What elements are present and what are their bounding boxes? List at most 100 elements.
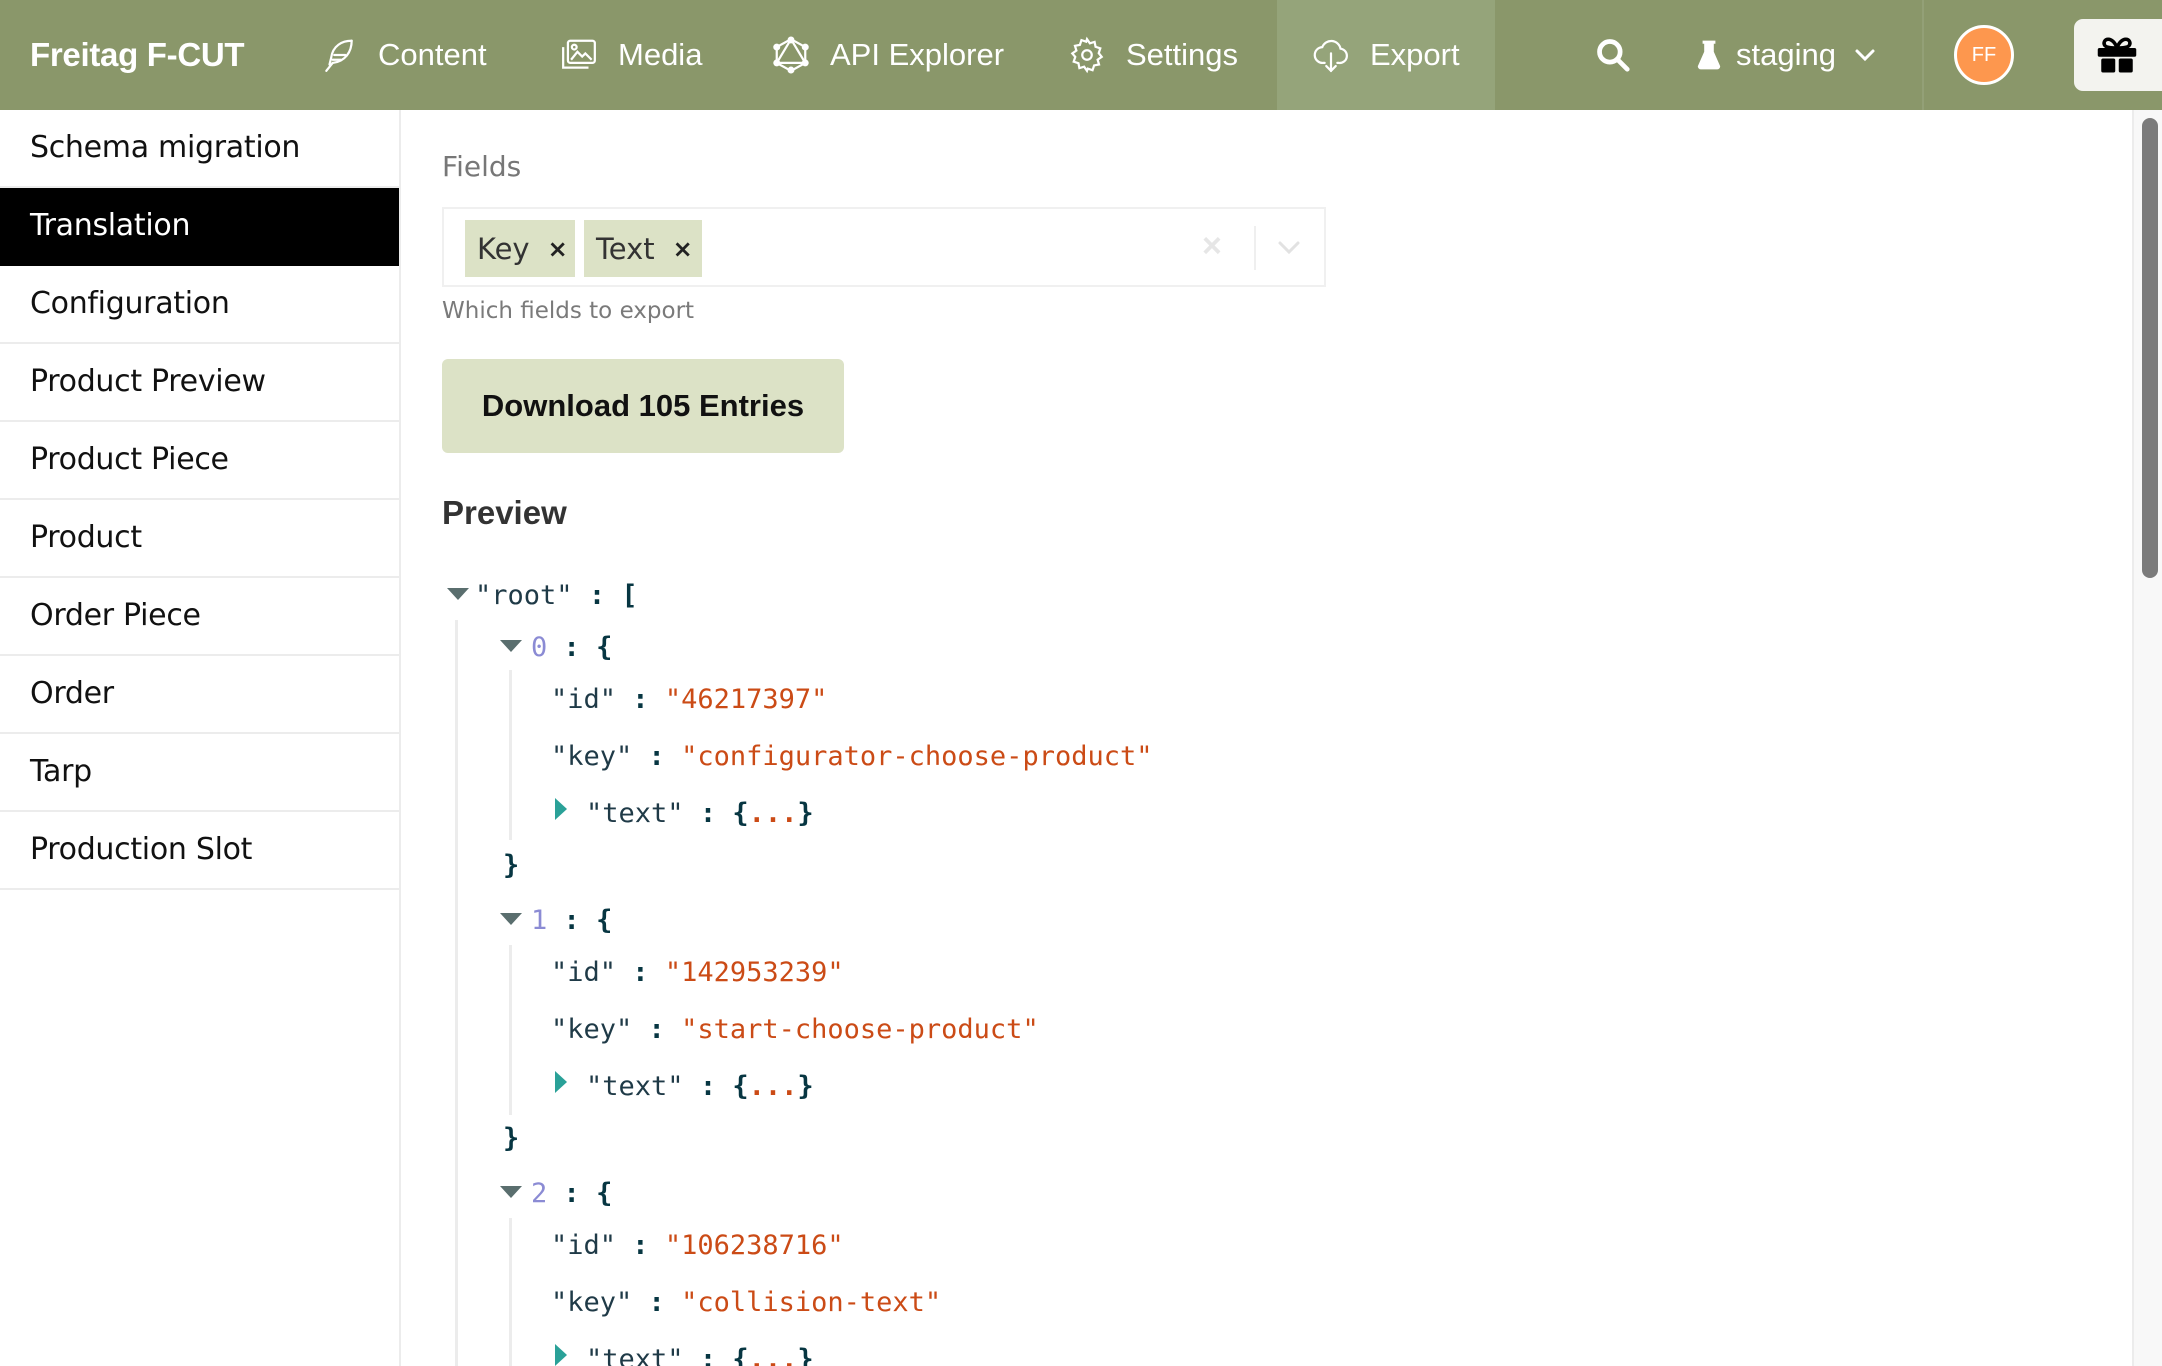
- nav-export[interactable]: Export: [1277, 0, 1495, 110]
- entry-close: }: [503, 1123, 519, 1154]
- colon: :: [632, 957, 649, 988]
- gear-icon: [1070, 36, 1104, 74]
- remove-chip-icon[interactable]: ×: [655, 235, 705, 263]
- chip-label: Key: [477, 231, 530, 266]
- expand-text-icon[interactable]: [555, 1071, 567, 1093]
- object-open: {: [732, 1344, 749, 1366]
- colon: :: [699, 1344, 717, 1366]
- nav-settings[interactable]: Settings: [1068, 0, 1238, 110]
- key-value: "configurator-choose-product": [681, 741, 1153, 772]
- expand-text-icon[interactable]: [555, 1344, 567, 1366]
- entry-header: 2 : {: [531, 1178, 612, 1209]
- sidebar-item-order[interactable]: Order: [0, 656, 399, 734]
- id-key: "id": [551, 1230, 617, 1261]
- colon: :: [699, 798, 717, 829]
- sidebar-item-configuration[interactable]: Configuration: [0, 266, 399, 344]
- tree-root-line: "root" : [: [475, 580, 638, 611]
- collapsed-ellipsis[interactable]: ...: [749, 1071, 798, 1102]
- search-icon[interactable]: [1594, 36, 1632, 74]
- graphql-icon: [773, 36, 809, 74]
- sidebar-item-translation[interactable]: Translation: [0, 188, 399, 266]
- nav-api-explorer-label: API Explorer: [830, 37, 1005, 72]
- key-key: "key": [551, 1014, 633, 1045]
- entry-index: 2: [531, 1178, 548, 1209]
- entry-text-line: "text" : {...}: [586, 1344, 814, 1366]
- colon: :: [632, 1230, 649, 1261]
- entry-index: 0: [531, 632, 548, 663]
- object-close: }: [797, 1071, 814, 1102]
- images-icon: [562, 39, 596, 69]
- select-separator: [1254, 226, 1256, 270]
- entry-text-line: "text" : {...}: [586, 798, 814, 829]
- cloud-download-icon: [1313, 39, 1348, 73]
- text-key: "text": [586, 1344, 684, 1366]
- key-value: "collision-text": [681, 1287, 942, 1318]
- download-entries-button[interactable]: Download 105 Entries: [442, 359, 844, 453]
- collapse-entry-icon[interactable]: [500, 640, 522, 652]
- colon: :: [563, 632, 580, 663]
- chevron-down-icon: [1855, 49, 1875, 62]
- chevron-down-icon[interactable]: [1274, 235, 1304, 259]
- environment-select[interactable]: staging: [1696, 0, 1876, 110]
- colon: :: [648, 741, 665, 772]
- fields-multiselect[interactable]: Key × Text × ×: [442, 207, 1326, 287]
- object-open: {: [596, 632, 613, 663]
- flask-icon: [1697, 40, 1721, 70]
- nav-media-label: Media: [618, 37, 703, 72]
- object-open: {: [732, 798, 749, 829]
- key-value: "start-choose-product": [681, 1014, 1039, 1045]
- colon: :: [648, 1014, 665, 1045]
- expand-text-icon[interactable]: [555, 798, 567, 820]
- avatar-initials: FF: [1971, 43, 1997, 66]
- collapse-entry-icon[interactable]: [500, 1186, 522, 1198]
- export-panel: Fields Key × Text × × Which fields to ex…: [403, 110, 2133, 1366]
- sidebar-item-order-piece[interactable]: Order Piece: [0, 578, 399, 656]
- sidebar-item-product[interactable]: Product: [0, 500, 399, 578]
- id-key: "id": [551, 957, 617, 988]
- nav-api-explorer[interactable]: API Explorer: [772, 0, 1004, 110]
- colon: :: [588, 580, 606, 611]
- entry-key-line: "key" : "start-choose-product": [551, 1014, 1039, 1045]
- root-indent-guide: [455, 620, 458, 1366]
- colon: :: [648, 1287, 665, 1318]
- remove-chip-icon[interactable]: ×: [530, 235, 580, 263]
- entry-header: 0 : {: [531, 632, 612, 663]
- entry-indent-guide: [509, 1218, 512, 1366]
- app-brand[interactable]: Freitag F-CUT: [30, 0, 245, 110]
- field-chip-key: Key ×: [465, 220, 575, 277]
- sidebar-item-schema-migration[interactable]: Schema migration: [0, 110, 399, 188]
- nav-content[interactable]: Content: [320, 0, 487, 110]
- entry-indent-guide: [509, 670, 512, 840]
- user-avatar[interactable]: FF: [1954, 25, 2014, 85]
- nav-content-label: Content: [378, 37, 487, 72]
- vertical-scrollbar[interactable]: [2132, 110, 2162, 1366]
- entry-id-line: "id" : "46217397": [551, 684, 827, 715]
- sidebar-item-product-piece[interactable]: Product Piece: [0, 422, 399, 500]
- sidebar-item-product-preview[interactable]: Product Preview: [0, 344, 399, 422]
- clear-all-icon[interactable]: ×: [1202, 227, 1222, 266]
- entry-index: 1: [531, 905, 548, 936]
- entry-header: 1 : {: [531, 905, 612, 936]
- header-divider: [1922, 0, 1924, 110]
- whats-new-button[interactable]: [2074, 19, 2162, 91]
- id-value: "46217397": [664, 684, 828, 715]
- field-chip-text: Text ×: [584, 220, 702, 277]
- entry-key-line: "key" : "configurator-choose-product": [551, 741, 1152, 772]
- entry-indent-guide: [509, 945, 512, 1115]
- collapsed-ellipsis[interactable]: ...: [749, 798, 798, 829]
- collapse-root-icon[interactable]: [447, 588, 469, 600]
- top-navigation-bar: Freitag F-CUT Content Media API Explorer…: [0, 0, 2162, 110]
- object-close: }: [797, 1344, 814, 1366]
- feather-icon: [325, 39, 353, 72]
- collapse-entry-icon[interactable]: [500, 913, 522, 925]
- object-open: {: [596, 1178, 613, 1209]
- colon: :: [632, 684, 649, 715]
- nav-media[interactable]: Media: [560, 0, 702, 110]
- colon: :: [699, 1071, 717, 1102]
- scrollbar-thumb[interactable]: [2142, 118, 2158, 578]
- object-close: }: [797, 798, 814, 829]
- fields-label: Fields: [442, 150, 522, 183]
- sidebar-item-production-slot[interactable]: Production Slot: [0, 812, 399, 890]
- collapsed-ellipsis[interactable]: ...: [749, 1344, 798, 1366]
- sidebar-item-tarp[interactable]: Tarp: [0, 734, 399, 812]
